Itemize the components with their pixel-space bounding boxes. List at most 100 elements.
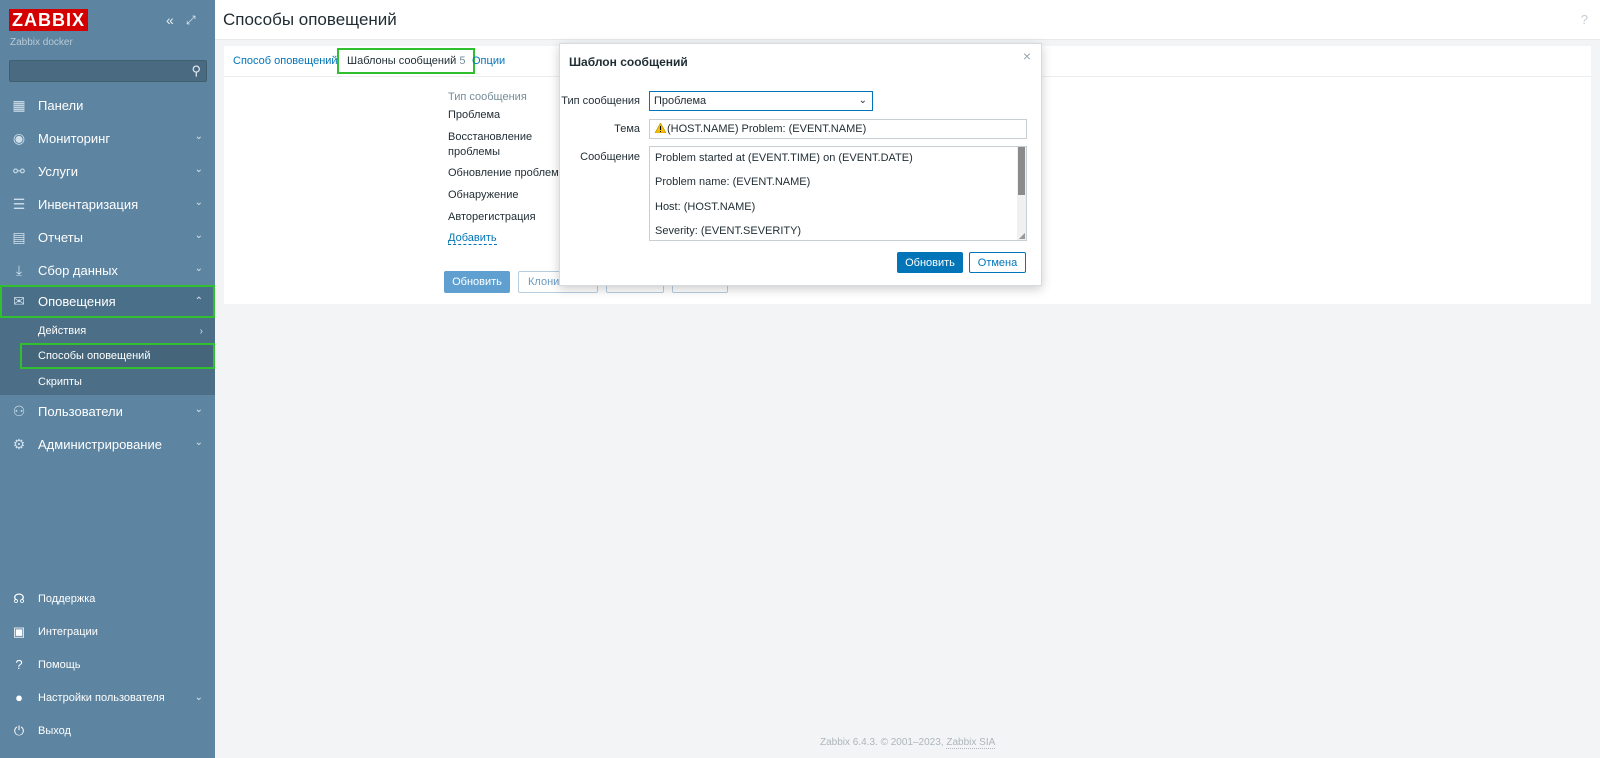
help-icon[interactable]: ? [1581, 12, 1588, 27]
submenu-scripts[interactable]: Скрипты [20, 369, 215, 395]
nav-help[interactable]: ? Помощь [0, 648, 215, 681]
nav-label: Сбор данных [38, 263, 118, 278]
message-type-select[interactable]: Проблема ⌄ [649, 91, 873, 111]
power-icon: ⏻ [13, 722, 25, 738]
message-type-label: Тип сообщения [561, 95, 640, 107]
update-button[interactable]: Обновить [444, 271, 510, 293]
integrations-icon: ▣ [12, 623, 26, 639]
nav-label: Услуги [38, 164, 78, 179]
nav-user-settings[interactable]: ● Настройки пользователя ⌄ [0, 681, 215, 714]
footer-text: Zabbix 6.4.3. © 2001–2023, [820, 737, 947, 748]
nav-alerts[interactable]: ✉ Оповещения ⌃ [0, 285, 215, 318]
footer-link[interactable]: Zabbix SIA [946, 737, 996, 749]
headset-icon: ☊ [13, 590, 25, 606]
template-row: проблемы [448, 146, 501, 158]
user-icon: ● [15, 690, 23, 705]
nav-inventory[interactable]: ☰ Инвентаризация ⌄ [0, 188, 215, 221]
chevron-down-icon: ⌄ [194, 404, 203, 415]
zabbix-logo[interactable]: ZABBIX [9, 9, 88, 31]
chevron-down-icon: ⌄ [194, 437, 203, 448]
template-row: Восстановление [448, 131, 533, 143]
template-row: Проблема [448, 109, 501, 121]
nav-label: Поддержка [38, 592, 96, 605]
chevron-down-icon: ⌄ [194, 263, 203, 274]
nav-label: Мониторинг [38, 131, 111, 146]
list-icon: ☰ [12, 196, 26, 212]
dashboard-icon: ▦ [12, 97, 26, 113]
add-template-link[interactable]: Добавить [448, 232, 497, 245]
subject-label: Тема [614, 123, 640, 135]
nav-support[interactable]: ☊ Поддержка [0, 582, 215, 615]
nav-label: Администрирование [38, 437, 162, 452]
message-line: Problem started at (EVENT.TIME) on (EVEN… [655, 152, 913, 164]
chevron-down-icon: ⌄ [194, 230, 203, 241]
page-title: Способы оповещений [223, 10, 397, 29]
nav-label: Оповещения [38, 294, 116, 309]
submenu-actions[interactable]: Действия › [20, 318, 215, 344]
submenu-label: Действия [38, 325, 87, 337]
message-textarea[interactable]: Problem started at (EVENT.TIME) on (EVEN… [649, 146, 1027, 241]
submenu-media-types[interactable]: Способы оповещений [20, 343, 215, 369]
envelope-icon: ✉ [13, 293, 25, 309]
nav-label: Панели [38, 98, 84, 113]
chevron-down-icon: ⌄ [194, 692, 203, 703]
hierarchy-icon: ⚯ [13, 163, 25, 179]
nav-dashboards[interactable]: ▦ Панели [0, 89, 215, 122]
template-row: Авторегистрация [448, 211, 536, 223]
dialog-cancel-button[interactable]: Отмена [969, 252, 1026, 273]
nav-data-collection[interactable]: ⤓ Сбор данных ⌄ [0, 254, 215, 287]
nav-label: Инвентаризация [38, 197, 139, 212]
nav-label: Интеграции [38, 625, 98, 638]
dialog-update-button[interactable]: Обновить [897, 252, 963, 273]
message-line: Severity: (EVENT.SEVERITY) [655, 225, 802, 237]
nav-label: Настройки пользователя [38, 691, 165, 704]
nav-label: Пользователи [38, 404, 123, 419]
template-row: Обновление проблемы [448, 167, 567, 179]
resize-handle-icon[interactable]: ◢ [1019, 231, 1025, 240]
subject-input[interactable]: (HOST.NAME) Problem: (EVENT.NAME) [649, 119, 1027, 139]
chevron-down-icon: ⌄ [194, 197, 203, 208]
nav-sign-out[interactable]: ⏻ Выход [0, 714, 215, 747]
nav-integrations[interactable]: ▣ Интеграции [0, 615, 215, 648]
nav-services[interactable]: ⚯ Услуги ⌄ [0, 155, 215, 188]
users-icon: ⚇ [12, 403, 26, 419]
question-icon: ? [15, 657, 23, 672]
tab-message-templates[interactable]: Шаблоны сообщений 5 [337, 48, 476, 74]
nav-label: Отчеты [38, 230, 83, 245]
kiosk-mode-icon[interactable]: ⤢ [186, 13, 196, 28]
message-line: Host: (HOST.NAME) [655, 201, 756, 213]
tab-options[interactable]: Опции [472, 48, 505, 74]
nav-administration[interactable]: ⚙ Администрирование ⌄ [0, 428, 215, 461]
chevron-up-icon: ⌃ [194, 296, 203, 307]
close-icon[interactable]: × [1023, 48, 1031, 64]
footer: Zabbix 6.4.3. © 2001–2023, Zabbix SIA [820, 737, 996, 749]
submenu-label: Скрипты [38, 376, 82, 388]
download-icon: ⤓ [15, 262, 23, 278]
tab-count: 5 [459, 55, 466, 67]
nav-reports[interactable]: ▤ Отчеты ⌄ [0, 221, 215, 254]
report-icon: ▤ [12, 229, 26, 245]
nav-label: Помощь [38, 658, 81, 671]
dialog-title: Шаблон сообщений [569, 55, 688, 69]
alerts-submenu: Действия › Способы оповещений Скрипты [0, 318, 215, 395]
nav-monitoring[interactable]: ◉ Мониторинг ⌄ [0, 122, 215, 155]
tab-label: Шаблоны сообщений [347, 55, 457, 67]
chevron-right-icon: › [199, 325, 203, 337]
chevron-down-icon: ⌄ [194, 164, 203, 175]
subject-value: (HOST.NAME) Problem: (EVENT.NAME) [667, 123, 867, 135]
chevron-down-icon: ⌄ [194, 131, 203, 142]
sidebar: ZABBIX Zabbix docker « ⤢ ⚲ ▦ Панели ◉ Мо… [0, 0, 215, 758]
search-icon[interactable]: ⚲ [191, 63, 201, 79]
tab-media-type[interactable]: Способ оповещений [233, 48, 338, 74]
nav-users[interactable]: ⚇ Пользователи ⌄ [0, 395, 215, 428]
chevron-down-icon: ⌄ [858, 95, 867, 106]
textarea-scrollbar[interactable] [1017, 147, 1026, 240]
collapse-sidebar-icon[interactable]: « [166, 12, 174, 28]
server-name: Zabbix docker [10, 37, 73, 48]
eye-icon: ◉ [12, 130, 26, 146]
message-label: Сообщение [580, 151, 640, 163]
message-template-dialog: Шаблон сообщений × Тип сообщения Проблем… [559, 43, 1042, 286]
scrollbar-thumb[interactable] [1018, 147, 1025, 195]
gear-icon: ⚙ [12, 436, 26, 452]
sidebar-search-input[interactable]: ⚲ [9, 60, 207, 82]
